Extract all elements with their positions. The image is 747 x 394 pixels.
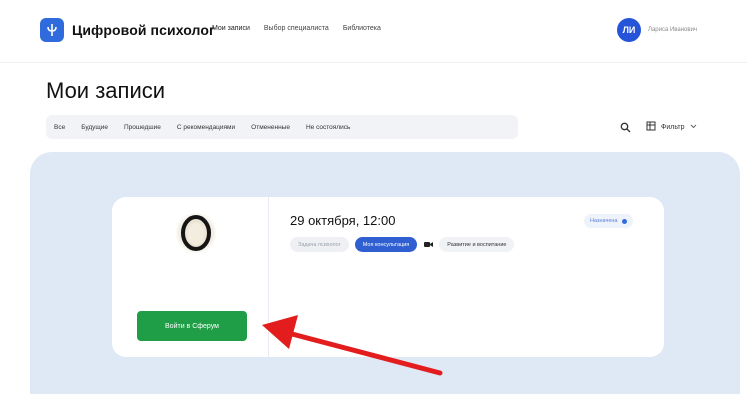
status-dot-icon xyxy=(621,218,627,224)
filter-button[interactable]: Фильтр xyxy=(646,117,697,137)
nav-library[interactable]: Библиотека xyxy=(343,25,381,32)
tab-past[interactable]: Прошедшие xyxy=(124,124,161,131)
status-badge: Назначена xyxy=(584,214,633,228)
nav-my-appointments[interactable]: Мои записи xyxy=(212,25,250,32)
chevron-down-icon xyxy=(690,124,697,131)
app-logo-icon[interactable] xyxy=(40,18,64,42)
main-nav: Мои записи Выбор специалиста Библиотека xyxy=(212,25,381,32)
tab-all[interactable]: Все xyxy=(54,124,65,131)
nav-choose-specialist[interactable]: Выбор специалиста xyxy=(264,25,329,32)
status-label: Назначена xyxy=(590,218,618,224)
tab-with-recommendations[interactable]: С рекомендациями xyxy=(177,124,235,131)
username[interactable]: Лариса Иванович xyxy=(648,27,697,33)
page-title: Мои записи xyxy=(46,78,166,103)
tag-development-upbringing: Развитие и воспитание xyxy=(439,237,515,252)
session-datetime: 29 октября, 12:00 xyxy=(290,213,396,228)
tab-not-held[interactable]: Не состоялись xyxy=(306,124,350,131)
join-sferum-button[interactable]: Войти в Сферум xyxy=(137,311,247,341)
session-tags: Задача психолог Моя консультация Развити… xyxy=(290,237,515,252)
app-header: Цифровой психолог Мои записи Выбор специ… xyxy=(0,0,747,62)
avatar[interactable]: ЛИ xyxy=(617,18,641,42)
app-brand-name[interactable]: Цифровой психолог xyxy=(72,22,215,38)
filter-icon xyxy=(646,121,656,133)
header-divider xyxy=(0,62,747,63)
tag-my-consultation[interactable]: Моя консультация xyxy=(354,237,418,252)
tab-cancelled[interactable]: Отмененные xyxy=(251,124,290,131)
tag-psychologist-task: Задача психолог xyxy=(290,237,349,252)
card-divider xyxy=(268,197,269,357)
video-camera-icon xyxy=(423,240,433,250)
search-icon[interactable] xyxy=(615,117,635,137)
filter-label: Фильтр xyxy=(661,123,685,131)
specialist-photo xyxy=(173,210,219,256)
filter-tabs: Все Будущие Прошедшие С рекомендациями О… xyxy=(46,115,518,139)
tab-upcoming[interactable]: Будущие xyxy=(81,124,108,131)
